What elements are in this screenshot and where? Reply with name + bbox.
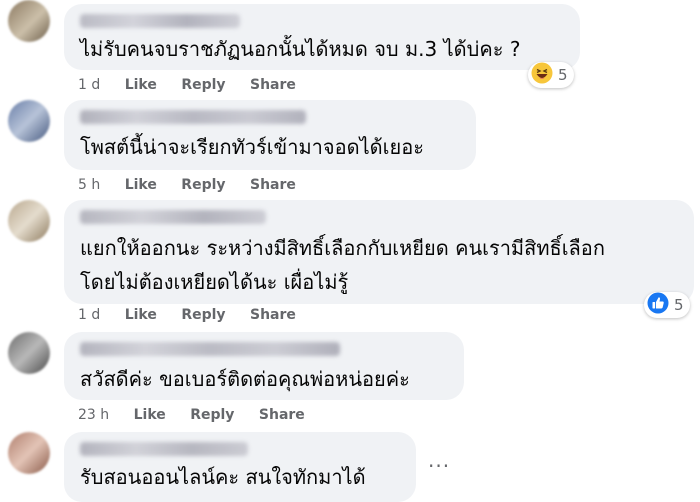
blurred-author-name[interactable] <box>80 110 306 124</box>
comment-bubble: รับสอนออนไลน์คะ สนใจทักมาได้ <box>64 432 416 502</box>
avatar[interactable] <box>8 100 50 142</box>
comment-bubble: ไม่รับคนจบราชภัฏนอกนั้นได้หมด จบ ม.3 ได้… <box>64 4 580 70</box>
comment-actions: 5 h Like Reply Share <box>78 177 316 193</box>
comment-actions: 1 d Like Reply Share <box>78 77 316 93</box>
reaction-summary[interactable]: 5 <box>528 62 574 88</box>
reaction-count: 5 <box>558 66 568 84</box>
comment-bubble: แยกให้ออกนะ ระหว่างมีสิทธิ์เลือกกับเหยีย… <box>64 200 694 304</box>
share-button[interactable]: Share <box>250 177 296 193</box>
like-button[interactable]: Like <box>125 307 157 323</box>
blurred-author-name[interactable] <box>80 14 240 28</box>
avatar[interactable] <box>8 432 50 474</box>
comment-text: ไม่รับคนจบราชภัฏนอกนั้นได้หมด จบ ม.3 ได้… <box>80 37 521 61</box>
share-button[interactable]: Share <box>259 407 305 423</box>
reaction-count: 5 <box>674 296 684 314</box>
share-button[interactable]: Share <box>250 77 296 93</box>
timestamp[interactable]: 1 d <box>78 77 100 93</box>
comment-text: โพสต์นี้น่าจะเรียกทัวร์เข้ามาจอดได้เยอะ <box>80 135 424 159</box>
comment-text: รับสอนออนไลน์คะ สนใจทักมาได้ <box>80 465 366 489</box>
reply-button[interactable]: Reply <box>181 77 225 93</box>
reaction-summary[interactable]: 5 <box>644 292 690 318</box>
like-thumb-icon <box>647 292 669 318</box>
like-button[interactable]: Like <box>134 407 166 423</box>
comment-text-line-2: โดยไม่ต้องเหยียดได้นะ เผื่อไม่รู้ <box>80 270 349 294</box>
comment-text-line-1: แยกให้ออกนะ ระหว่างมีสิทธิ์เลือกกับเหยีย… <box>80 236 605 260</box>
timestamp[interactable]: 23 h <box>78 407 109 423</box>
blurred-author-name[interactable] <box>80 442 248 456</box>
timestamp[interactable]: 1 d <box>78 307 100 323</box>
timestamp[interactable]: 5 h <box>78 177 100 193</box>
haha-emoji-icon <box>531 62 553 88</box>
blurred-author-name[interactable] <box>80 210 266 224</box>
reply-button[interactable]: Reply <box>181 307 225 323</box>
like-button[interactable]: Like <box>125 177 157 193</box>
more-options-icon[interactable]: ··· <box>428 454 450 478</box>
comment-bubble: โพสต์นี้น่าจะเรียกทัวร์เข้ามาจอดได้เยอะ <box>64 100 476 170</box>
comment-actions: 1 d Like Reply Share <box>78 307 316 323</box>
avatar[interactable] <box>8 200 50 242</box>
avatar[interactable] <box>8 332 50 374</box>
reply-button[interactable]: Reply <box>190 407 234 423</box>
comment-bubble: สวัสดีค่ะ ขอเบอร์ติดต่อคุณพ่อหน่อยค่ะ <box>64 332 464 400</box>
share-button[interactable]: Share <box>250 307 296 323</box>
comment-text: สวัสดีค่ะ ขอเบอร์ติดต่อคุณพ่อหน่อยค่ะ <box>80 367 410 391</box>
blurred-author-name[interactable] <box>80 342 340 356</box>
reply-button[interactable]: Reply <box>181 177 225 193</box>
comment-actions: 23 h Like Reply Share <box>78 407 325 423</box>
avatar[interactable] <box>8 0 50 42</box>
like-button[interactable]: Like <box>125 77 157 93</box>
